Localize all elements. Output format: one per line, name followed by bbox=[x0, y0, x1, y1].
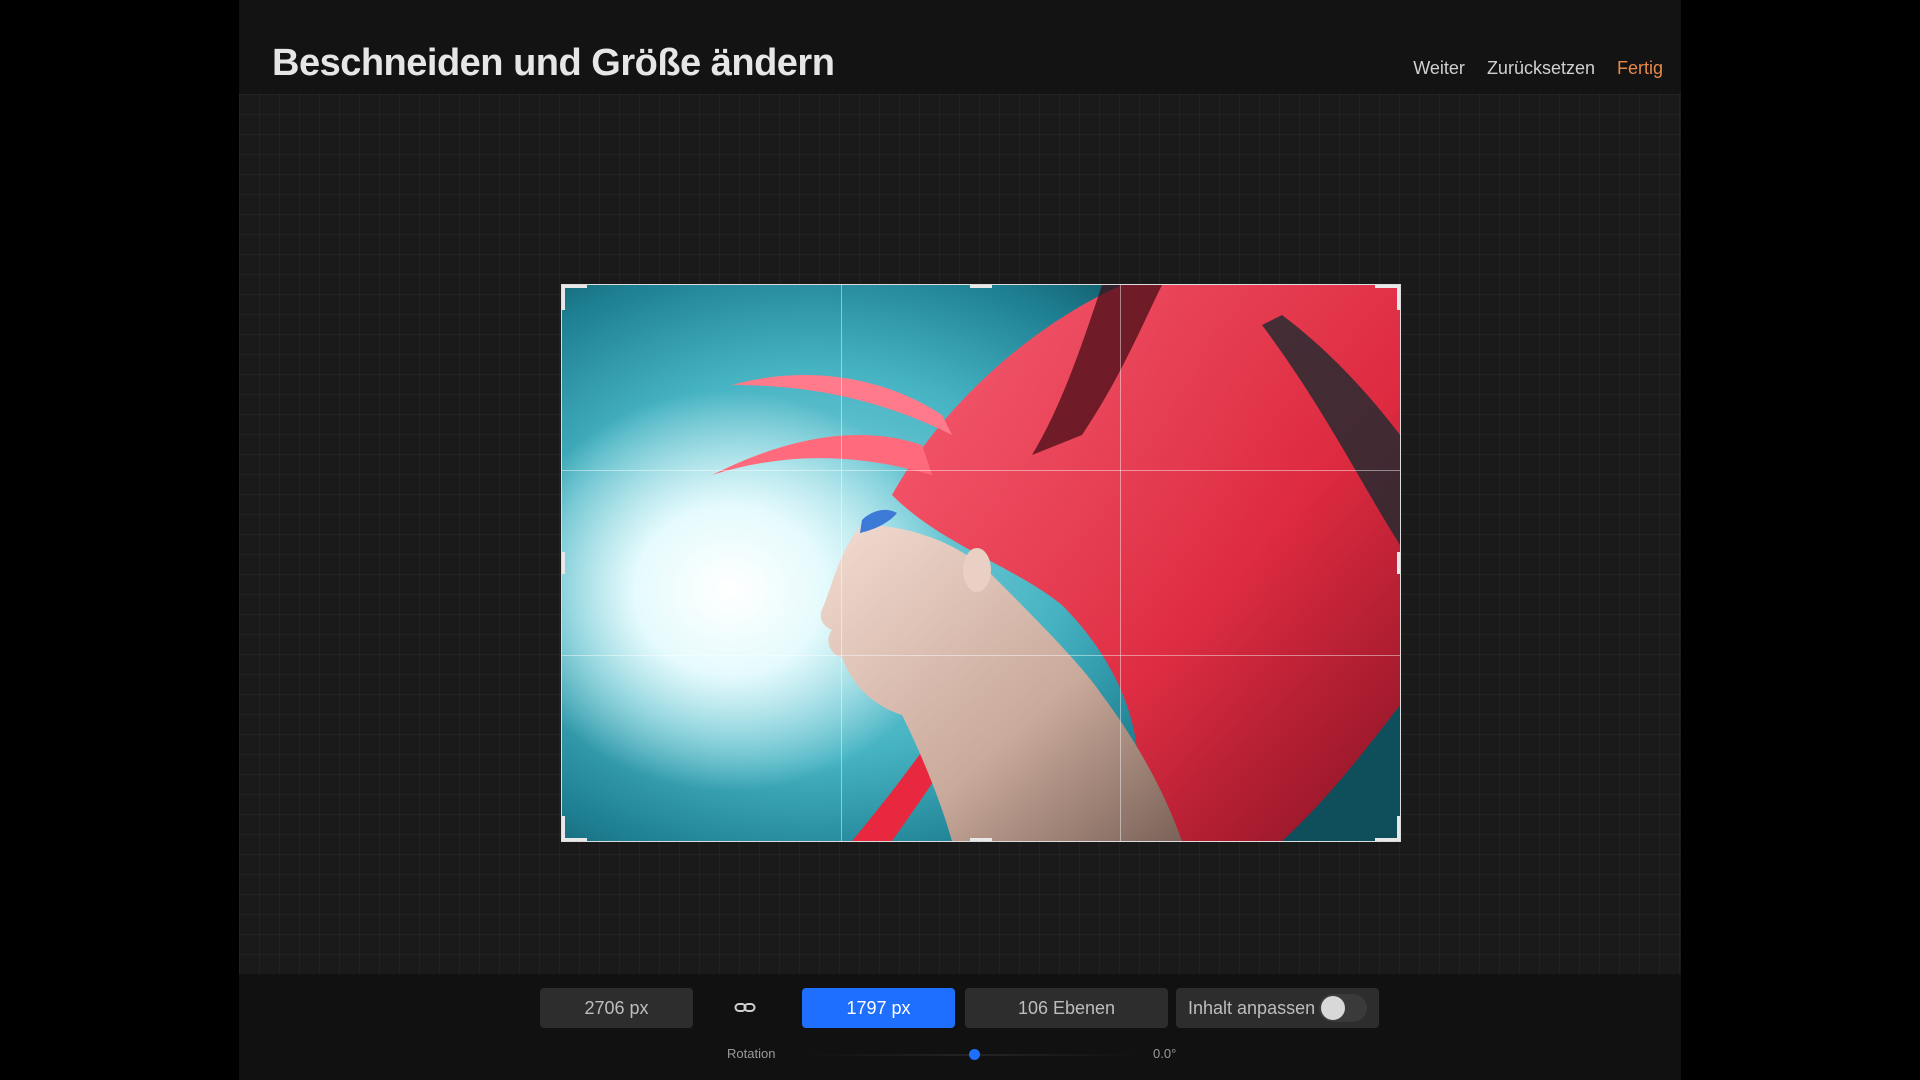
crop-handle-bottom-right[interactable] bbox=[1375, 816, 1400, 841]
link-icon[interactable] bbox=[734, 998, 756, 1018]
toggle-knob bbox=[1321, 996, 1345, 1020]
fit-content-control[interactable]: Inhalt anpassen bbox=[1176, 988, 1379, 1028]
crop-workspace bbox=[239, 94, 1681, 974]
fit-content-toggle[interactable] bbox=[1319, 994, 1367, 1022]
next-button[interactable]: Weiter bbox=[1413, 58, 1465, 79]
grid-line-v2 bbox=[1120, 285, 1121, 841]
fit-content-label: Inhalt anpassen bbox=[1188, 997, 1316, 1018]
reset-button[interactable]: Zurücksetzen bbox=[1487, 58, 1595, 79]
crop-handle-top-right[interactable] bbox=[1375, 285, 1400, 310]
done-button[interactable]: Fertig bbox=[1617, 58, 1663, 79]
layers-count: 106 Ebenen bbox=[965, 988, 1168, 1028]
grid-line-h2 bbox=[562, 655, 1400, 656]
crop-handle-right[interactable] bbox=[1397, 552, 1400, 574]
grid-line-h1 bbox=[562, 470, 1400, 471]
crop-handle-top-left[interactable] bbox=[562, 285, 587, 310]
crop-canvas[interactable] bbox=[561, 284, 1401, 842]
rotation-slider[interactable] bbox=[804, 1049, 1144, 1060]
app-frame: Beschneiden und Größe ändern Weiter Zurü… bbox=[239, 0, 1681, 1080]
crop-handle-top[interactable] bbox=[970, 285, 992, 288]
width-field[interactable]: 2706 px bbox=[540, 988, 693, 1028]
page-title: Beschneiden und Größe ändern bbox=[272, 42, 835, 84]
crop-handle-bottom[interactable] bbox=[970, 838, 992, 841]
height-field[interactable]: 1797 px bbox=[802, 988, 955, 1028]
bottom-toolbar: 2706 px 1797 px 106 Ebenen Inhalt anpass… bbox=[239, 974, 1681, 1080]
artwork-illustration bbox=[712, 285, 1400, 841]
rotation-value: 0.0° bbox=[1153, 1046, 1177, 1061]
header-bar: Beschneiden und Größe ändern Weiter Zurü… bbox=[239, 0, 1681, 94]
rotation-label: Rotation bbox=[727, 1046, 776, 1061]
crop-handle-left[interactable] bbox=[562, 552, 565, 574]
grid-line-v1 bbox=[841, 285, 842, 841]
crop-handle-bottom-left[interactable] bbox=[562, 816, 587, 841]
header-actions: Weiter Zurücksetzen Fertig bbox=[1413, 58, 1663, 79]
rotation-slider-thumb[interactable] bbox=[968, 1049, 980, 1060]
